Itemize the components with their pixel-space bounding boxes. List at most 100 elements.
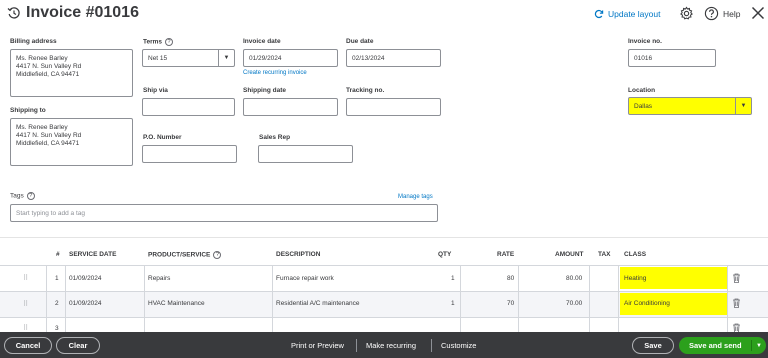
invoice-header: Invoice #01016 Update layout Help <box>0 0 768 28</box>
col-header-class: CLASS <box>624 251 647 258</box>
trash-icon[interactable] <box>732 298 741 308</box>
row-service-date[interactable]: 01/09/2024 <box>69 275 102 282</box>
po-number-field[interactable] <box>142 145 237 163</box>
terms-help-icon[interactable]: ? <box>165 38 174 46</box>
col-header-amount: AMOUNT <box>555 251 584 258</box>
sales-rep-field[interactable] <box>258 145 353 163</box>
invoice-date-field[interactable]: 01/29/2024 <box>243 49 338 67</box>
col-header-rate: RATE <box>497 251 515 258</box>
row-class[interactable]: Heating <box>624 275 646 282</box>
row-rate[interactable]: 70 <box>507 300 514 307</box>
location-label: Location <box>628 87 656 94</box>
product-help-icon[interactable]: ? <box>213 251 222 259</box>
column-divider <box>460 265 461 332</box>
tags-placeholder: Start typing to add a tag <box>16 209 86 217</box>
sales-rep-label: Sales Rep <box>259 134 291 141</box>
column-divider <box>144 265 145 332</box>
row-product[interactable]: HVAC Maintenance <box>148 300 205 307</box>
location-value: Dallas <box>634 102 653 110</box>
shipping-address-field[interactable]: Ms. Renee Barley 4417 N. Sun Valley Rd M… <box>10 118 133 166</box>
row-service-date[interactable]: 01/09/2024 <box>69 300 102 307</box>
row-qty[interactable]: 1 <box>451 275 455 282</box>
chevron-down-icon[interactable]: ▼ <box>752 343 766 349</box>
col-header-description: DESCRIPTION <box>276 251 321 258</box>
drag-handle-icon[interactable]: ⠿ <box>23 300 28 308</box>
tracking-no-label: Tracking no. <box>346 87 385 94</box>
ship-via-field[interactable] <box>142 98 235 116</box>
page-title: Invoice #01016 <box>26 4 139 21</box>
row-amount[interactable]: 80.00 <box>566 275 582 282</box>
save-button[interactable]: Save <box>632 337 674 354</box>
trash-icon[interactable] <box>732 273 741 283</box>
due-date-field[interactable]: 02/13/2024 <box>346 49 441 67</box>
invoice-date-label: Invoice date <box>243 38 281 45</box>
col-header-service-date: SERVICE DATE <box>69 251 117 258</box>
chevron-down-icon[interactable]: ▼ <box>735 98 751 114</box>
cancel-button[interactable]: Cancel <box>4 337 52 354</box>
row-product[interactable]: Repairs <box>148 275 170 282</box>
clear-button[interactable]: Clear <box>56 337 100 354</box>
update-layout-label: Update layout <box>608 9 661 19</box>
help-label[interactable]: Help <box>723 9 740 19</box>
column-divider <box>46 265 47 332</box>
col-header-product-text: PRODUCT/SERVICE <box>148 251 211 259</box>
manage-tags-link[interactable]: Manage tags <box>398 194 433 200</box>
due-date-label: Due date <box>346 38 374 45</box>
billing-address-field[interactable]: Ms. Renee Barley 4417 N. Sun Valley Rd M… <box>10 49 133 97</box>
terms-value: Net 15 <box>148 54 168 62</box>
invoice-no-field[interactable]: 01016 <box>628 49 716 67</box>
column-divider <box>518 265 519 332</box>
footer-divider <box>431 339 432 352</box>
row-qty[interactable]: 1 <box>451 300 455 307</box>
table-divider <box>0 237 768 238</box>
footer-bar: Cancel Clear Print or Preview Make recur… <box>0 332 768 358</box>
row-description[interactable]: Residential A/C maintenance <box>276 300 359 307</box>
shipping-date-field[interactable] <box>243 98 338 116</box>
tags-input[interactable]: Start typing to add a tag <box>10 204 438 222</box>
col-header-num: # <box>56 251 60 258</box>
drag-handle-icon[interactable]: ⠿ <box>23 274 28 282</box>
row-num: 2 <box>55 300 59 307</box>
column-divider <box>589 265 590 332</box>
col-header-qty: QTY <box>438 251 452 258</box>
invoice-no-label: Invoice no. <box>628 38 662 45</box>
help-icon[interactable] <box>704 6 719 21</box>
col-header-product: PRODUCT/SERVICE? <box>148 251 222 259</box>
terms-select[interactable]: Net 15 ▼ <box>142 49 235 67</box>
column-divider <box>272 265 273 332</box>
tracking-no-field[interactable] <box>346 98 441 116</box>
footer-divider <box>356 339 357 352</box>
column-divider <box>65 265 66 332</box>
location-select[interactable]: Dallas ▼ <box>628 97 752 115</box>
row-num: 3 <box>55 325 59 332</box>
print-preview-link[interactable]: Print or Preview <box>291 341 344 350</box>
customize-link[interactable]: Customize <box>441 341 476 350</box>
col-header-tax: TAX <box>598 251 611 258</box>
ship-via-label: Ship via <box>143 87 168 94</box>
shipping-to-label: Shipping to <box>10 107 46 114</box>
row-description[interactable]: Furnace repair work <box>276 275 334 282</box>
close-icon[interactable] <box>751 6 765 20</box>
row-amount[interactable]: 70.00 <box>566 300 582 307</box>
create-recurring-invoice-link[interactable]: Create recurring invoice <box>243 70 307 76</box>
update-layout-link[interactable]: Update layout <box>594 9 660 19</box>
tags-help-icon[interactable]: ? <box>26 192 35 200</box>
drag-handle-icon[interactable]: ⠿ <box>23 324 28 332</box>
tags-label-text: Tags <box>10 192 24 200</box>
tags-label: Tags? <box>10 192 35 200</box>
terms-label: Terms? <box>143 38 174 46</box>
save-and-send-label: Save and send <box>689 341 742 350</box>
row-num: 1 <box>55 275 59 282</box>
row-class[interactable]: Air Conditioning <box>624 300 670 307</box>
save-and-send-button[interactable]: Save and send ▼ <box>679 337 766 354</box>
make-recurring-link[interactable]: Make recurring <box>366 341 416 350</box>
po-number-label: P.O. Number <box>143 134 182 141</box>
refresh-icon <box>594 9 604 19</box>
billing-address-label: Billing address <box>10 38 57 45</box>
row-rate[interactable]: 80 <box>507 275 514 282</box>
history-icon[interactable] <box>7 6 21 20</box>
gear-icon[interactable] <box>679 6 694 21</box>
shipping-date-label: Shipping date <box>243 87 286 94</box>
terms-label-text: Terms <box>143 38 163 46</box>
chevron-down-icon[interactable]: ▼ <box>218 50 234 66</box>
